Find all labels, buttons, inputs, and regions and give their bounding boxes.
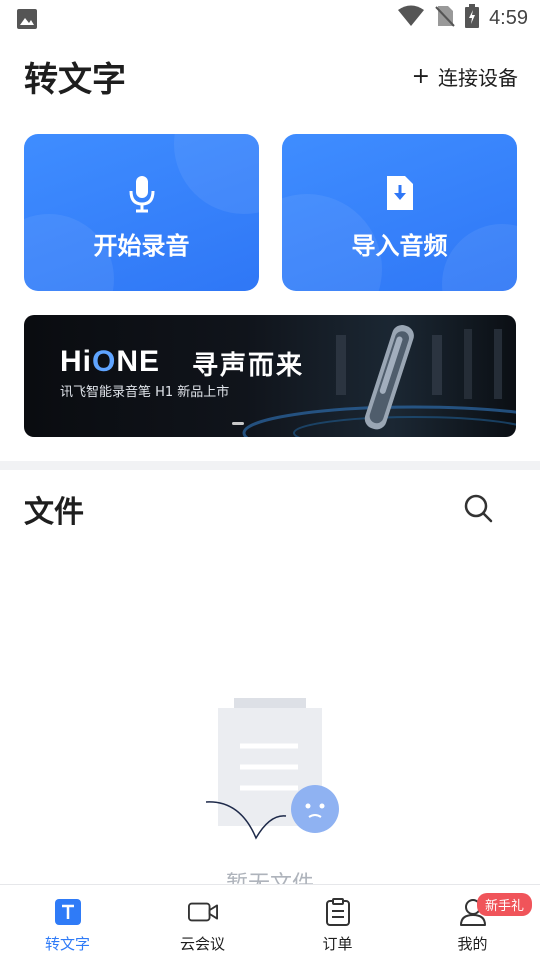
import-audio-label: 导入音频 xyxy=(351,232,448,260)
empty-files-illustration xyxy=(200,696,350,846)
new-user-gift-badge: 新手礼 xyxy=(477,893,533,916)
nav-tab-orders[interactable]: 订单 xyxy=(270,885,405,960)
connect-device-label: 连接设备 xyxy=(438,66,518,90)
nav-label: 订单 xyxy=(322,935,353,953)
promo-banner[interactable]: HiONE 寻声而来 讯飞智能录音笔 H1 新品上市 xyxy=(24,315,516,437)
nav-label: 我的 xyxy=(457,935,488,953)
page-title: 转文字 xyxy=(24,60,126,100)
files-section-title: 文件 xyxy=(24,495,84,530)
order-list-icon xyxy=(323,897,353,927)
card-decoration xyxy=(174,134,259,214)
banner-subline: 讯飞智能录音笔 H1 新品上市 xyxy=(60,385,230,400)
battery-charging-icon xyxy=(465,4,480,32)
image-notification-icon xyxy=(16,8,38,34)
nav-label: 转文字 xyxy=(44,935,90,953)
banner-brand-logo: HiONE xyxy=(60,345,161,378)
status-bar: 4:59 xyxy=(0,0,540,36)
bottom-navigation: 转文字 云会议 订单 我的 新手礼 xyxy=(0,884,540,960)
nav-tab-profile[interactable]: 我的 新手礼 xyxy=(405,885,540,960)
nav-tab-transcribe[interactable]: 转文字 xyxy=(0,885,135,960)
search-icon xyxy=(464,494,493,523)
start-recording-label: 开始录音 xyxy=(93,232,190,260)
nav-label: 云会议 xyxy=(179,935,225,953)
text-t-icon xyxy=(53,897,83,927)
import-file-icon xyxy=(385,174,415,216)
start-recording-card[interactable]: 开始录音 xyxy=(24,134,259,291)
nav-tab-cloud-meeting[interactable]: 云会议 xyxy=(135,885,270,960)
banner-headline: 寻声而来 xyxy=(192,351,305,381)
import-audio-card[interactable]: 导入音频 xyxy=(282,134,517,291)
wifi-icon xyxy=(397,5,425,31)
no-sim-icon xyxy=(435,5,455,31)
header: 转文字 + 连接设备 xyxy=(24,52,518,100)
search-button[interactable] xyxy=(462,492,494,524)
carousel-indicator xyxy=(232,422,244,425)
section-divider xyxy=(0,461,540,470)
video-camera-icon xyxy=(187,897,218,927)
connect-device-button[interactable]: + 连接设备 xyxy=(412,62,518,91)
plus-icon: + xyxy=(411,64,430,89)
microphone-icon xyxy=(127,174,157,218)
clock-time: 4:59 xyxy=(489,6,528,29)
